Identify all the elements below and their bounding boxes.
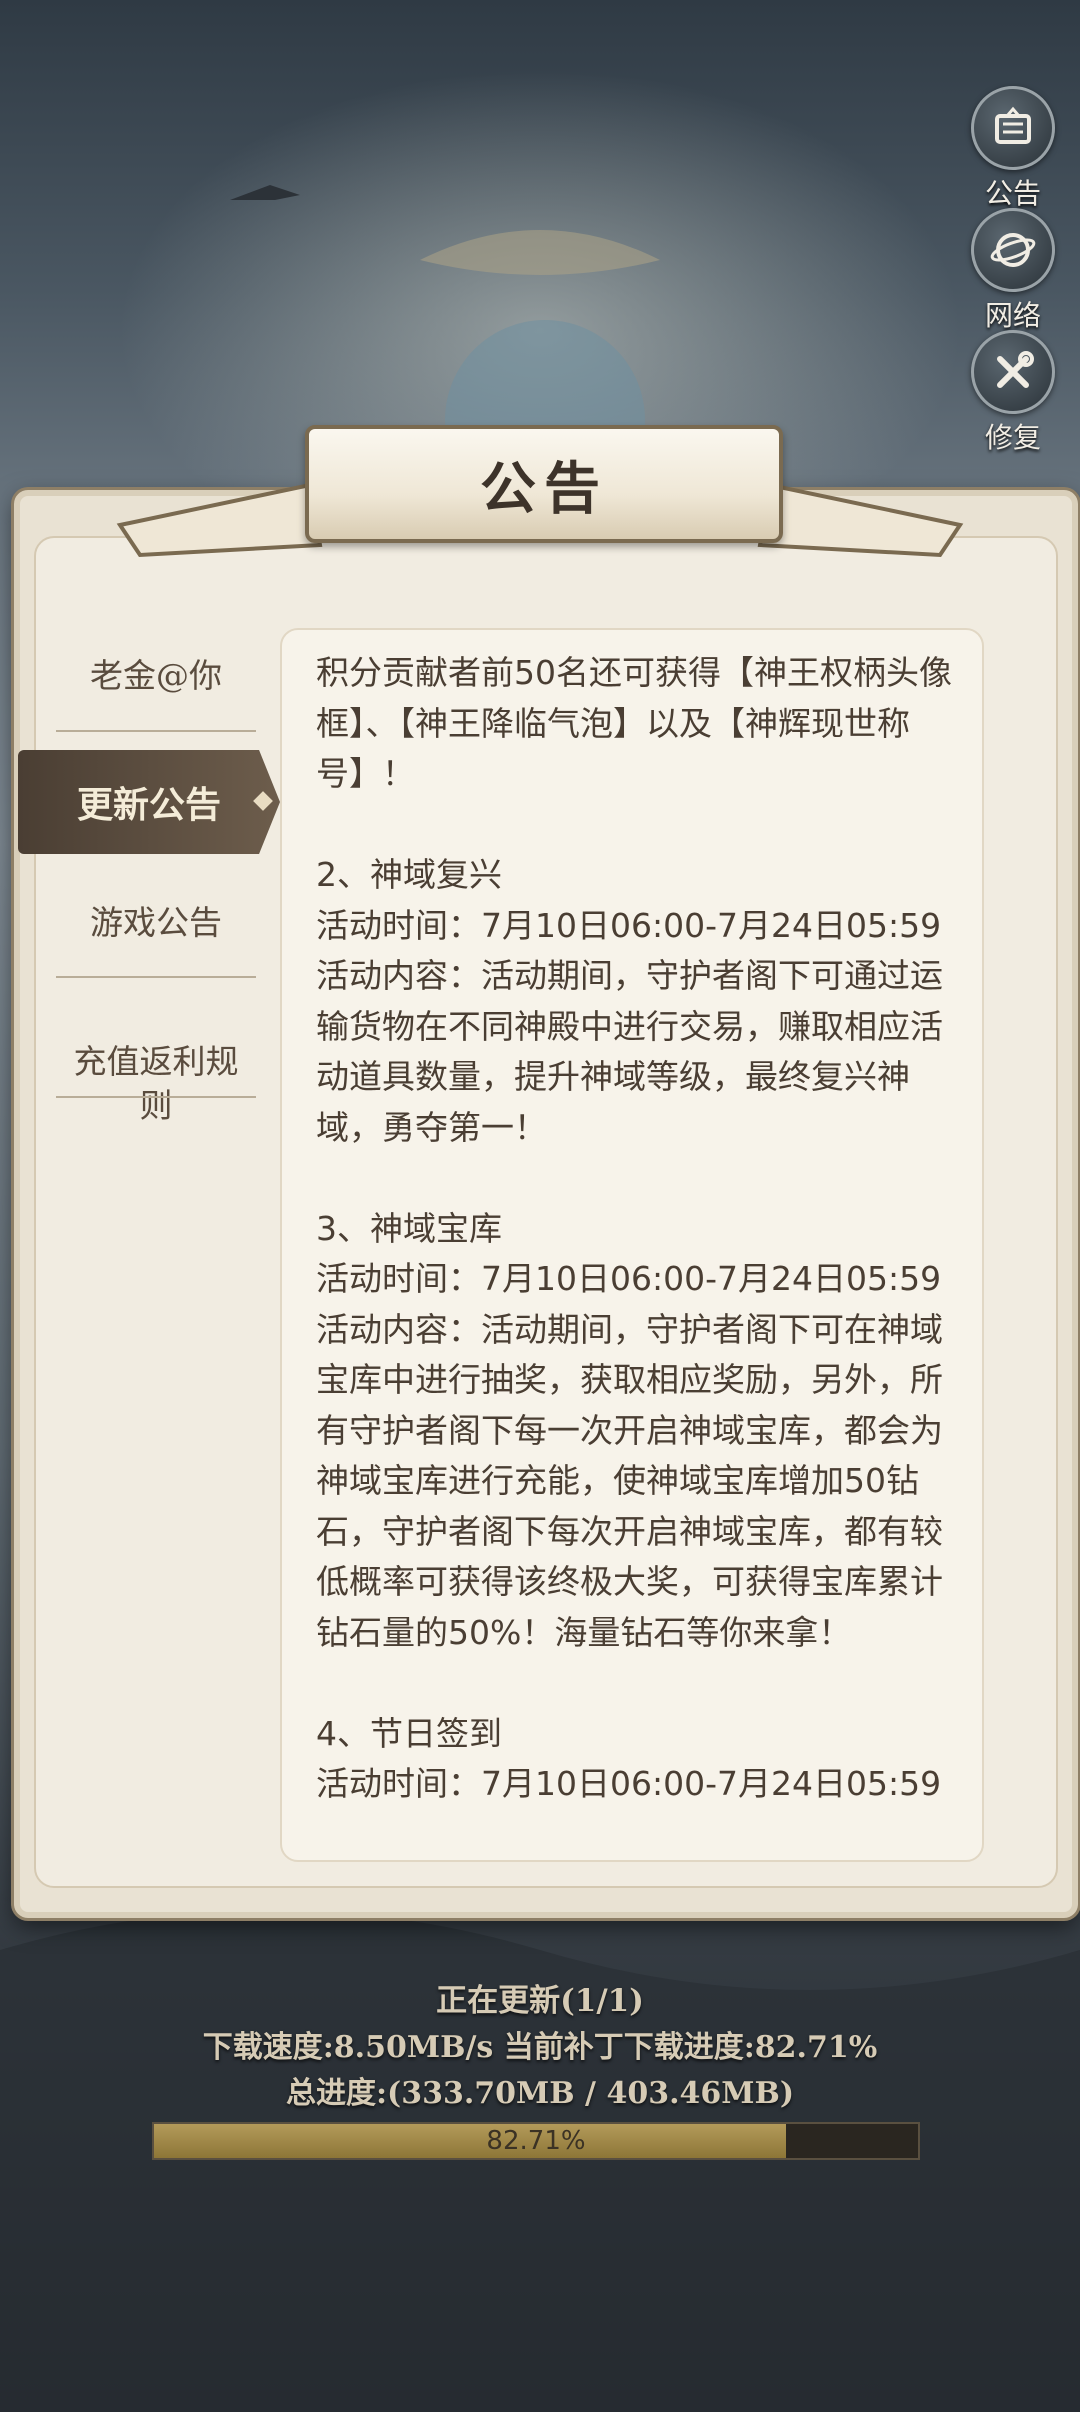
panel-title: 公告 [480, 455, 608, 522]
title-ribbon: 公告 [305, 425, 783, 543]
notice-board-icon [971, 86, 1055, 170]
network-button-label: 网络 [984, 299, 1041, 332]
tab-laojin-label: 老金@你 [90, 656, 222, 695]
announcement-text: 积分贡献者前50名还可获得【神王权柄头像框】、【神王降临气泡】以及【神辉现世称号… [316, 653, 952, 1803]
tab-game-notice-label: 游戏公告 [90, 903, 222, 942]
tab-recharge-rules[interactable]: 充值返利规 则 [20, 990, 292, 1125]
repair-button-label: 修复 [984, 421, 1041, 454]
tab-update-notice-label: 更新公告 [76, 784, 221, 826]
repair-button[interactable]: 修复 [968, 330, 1058, 456]
tab-active-diamond-icon [253, 791, 273, 811]
network-globe-icon [971, 208, 1055, 292]
announcement-content[interactable]: 积分贡献者前50名还可获得【神王权柄头像框】、【神王降临气泡】以及【神辉现世称号… [280, 628, 984, 1862]
tab-game-notice[interactable]: 游戏公告 [20, 868, 292, 978]
notice-button-label: 公告 [984, 177, 1041, 210]
repair-tools-icon [971, 330, 1055, 414]
total-progress-line: 总进度:(333.70MB / 403.46MB) [285, 2076, 795, 2111]
download-speed-line: 下载速度:8.50MB/s 当前补丁下载进度:82.71% [202, 2030, 878, 2065]
download-progress-bar: 82.71% [152, 2122, 920, 2160]
tab-update-notice[interactable]: 更新公告 [18, 750, 280, 854]
update-status: 正在更新(1/1) [436, 1983, 644, 2019]
tab-laojin[interactable]: 老金@你 [20, 620, 292, 732]
notice-button[interactable]: 公告 [968, 86, 1058, 212]
download-progress-label: 82.71% [486, 2126, 586, 2156]
network-button[interactable]: 网络 [968, 208, 1058, 334]
